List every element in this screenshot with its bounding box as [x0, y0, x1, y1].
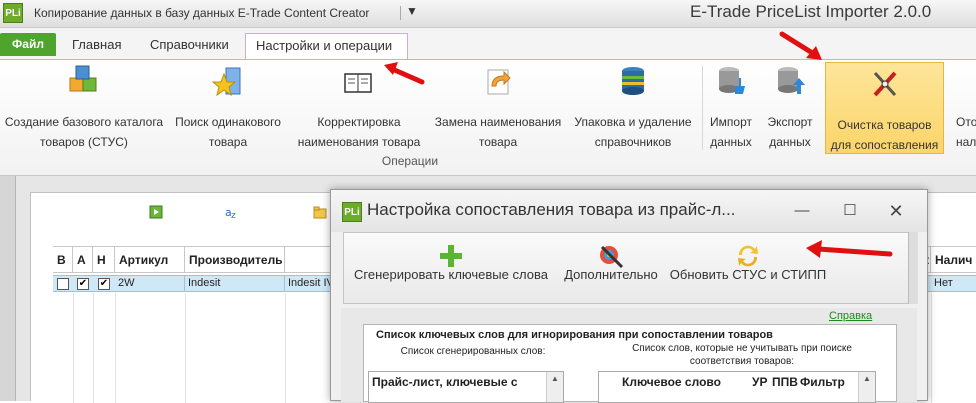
quick-access-dropdown-icon[interactable]: ▼: [406, 4, 418, 18]
catalog-cubes-icon: [69, 65, 97, 92]
grid-line: [115, 293, 116, 403]
scroll-up-icon[interactable]: ▲: [858, 372, 875, 402]
tab-references[interactable]: Справочники: [140, 33, 239, 59]
grid-line: [931, 293, 932, 403]
dialog-body: Справка Список ключевых слов для игнорир…: [341, 308, 917, 403]
ur-column-header: УР: [752, 375, 768, 389]
ribbon-tabs: Файл Главная Справочники Настройки и опе…: [0, 28, 976, 60]
export-data-button[interactable]: Экспорт данных: [760, 60, 820, 156]
close-icon[interactable]: ✕: [883, 200, 909, 222]
row-availability[interactable]: Нет: [931, 275, 976, 292]
dialog-title-bar[interactable]: PLi Настройка сопоставления товара из пр…: [331, 190, 927, 232]
col-header-article[interactable]: Артикул: [115, 246, 185, 273]
operations-group-label: Операции: [381, 154, 439, 168]
tab-settings-operations[interactable]: Настройки и операции: [245, 33, 408, 59]
annotation-arrow-clean: [779, 31, 822, 60]
col-header-manufacturer[interactable]: Производитель: [185, 246, 285, 273]
row-checkbox-v[interactable]: [57, 278, 69, 290]
generate-keywords-label: Сгенерировать ключевые слова: [354, 267, 548, 282]
panel-title: Список ключевых слов для игнорирования п…: [376, 329, 773, 341]
minimize-icon[interactable]: —: [789, 200, 815, 222]
ignored-words-list[interactable]: Ключевое слово УР ППВ Фильтр ▲: [598, 371, 876, 403]
search-star-icon: [212, 67, 241, 97]
row-article[interactable]: 2W: [115, 275, 185, 292]
tab-file[interactable]: Файл: [0, 33, 56, 56]
svg-text:z: z: [231, 211, 236, 219]
keyword-column-header: Ключевое слово: [622, 375, 721, 389]
pack-delete-references-label: Упаковка и удаление справочников: [574, 115, 692, 149]
scroll-up-icon[interactable]: ▲: [546, 372, 563, 402]
find-same-product-button[interactable]: Поиск одинакового товара: [166, 60, 290, 156]
ignore-keywords-panel: Список ключевых слов для игнорирования п…: [363, 324, 897, 403]
folder-icon[interactable]: [313, 205, 327, 219]
grid-line: [73, 293, 74, 403]
create-base-catalog-label: Создание базового каталога товаров (СТУС…: [4, 115, 164, 149]
row-checkbox-n[interactable]: ✔: [98, 278, 110, 290]
col-header-availability[interactable]: Налич: [931, 246, 976, 273]
app-logo: PLi: [3, 3, 23, 23]
dialog-title: Настройка сопоставления товара из прайс-…: [367, 200, 736, 219]
book-edit-icon: [344, 73, 372, 93]
maximize-icon[interactable]: ☐: [837, 200, 863, 222]
row-checkbox-a[interactable]: ✔: [77, 278, 89, 290]
more-ribbon-label: Ото нали: [956, 115, 976, 149]
row-manufacturer[interactable]: Indesit: [185, 275, 285, 292]
find-same-product-label: Поиск одинакового товара: [175, 115, 281, 149]
ribbon-panel: Создание базового каталога товаров (СТУС…: [0, 60, 976, 176]
col-header-v[interactable]: В: [53, 246, 73, 273]
grid-line: [93, 293, 94, 403]
correct-product-name-label: Корректировка наименования товара: [297, 115, 421, 149]
clean-tools-icon: [873, 71, 896, 97]
quick-access-separator: [400, 6, 401, 20]
generated-words-label: Список сгенерированных слов:: [400, 346, 546, 357]
table-action-icon[interactable]: [149, 205, 163, 219]
filter-column-header: Фильтр: [800, 375, 845, 389]
ignored-words-label: Список слов, которые не учитывать при по…: [632, 343, 852, 367]
tab-home[interactable]: Главная: [62, 33, 131, 59]
replace-product-name-label: Замена наименования товара: [434, 115, 562, 149]
toolbar-scroll-icon[interactable]: [908, 232, 918, 304]
clean-products-button[interactable]: Очистка товаров для сопоставления: [825, 62, 944, 154]
update-stus-stipp-label: Обновить СТУС и СТИПП: [669, 267, 827, 282]
title-bar: PLi Копирование данных в базу данных E-T…: [0, 0, 976, 28]
sort-icon[interactable]: az: [225, 205, 239, 219]
row-name[interactable]: Indesit IV: [285, 275, 331, 292]
help-link[interactable]: Справка: [829, 310, 872, 322]
database-pack-icon: [622, 67, 644, 95]
annotation-arrow-update: [806, 240, 893, 258]
additional-button[interactable]: Дополнительно: [556, 233, 666, 303]
generated-words-list[interactable]: Прайс-лист, ключевые с ▲: [368, 371, 564, 403]
replace-arrow-icon: [487, 69, 511, 95]
database-export-icon: [778, 67, 805, 94]
col-header-n[interactable]: Н: [93, 246, 115, 273]
ppv-column-header: ППВ: [772, 375, 798, 389]
more-ribbon-button[interactable]: Ото нали: [948, 60, 976, 156]
matching-settings-dialog: PLi Настройка сопоставления товара из пр…: [330, 189, 928, 403]
dialog-logo: PLi: [342, 202, 362, 222]
database-import-icon: [719, 67, 745, 94]
col-header-a[interactable]: А: [73, 246, 93, 273]
grid-line: [285, 293, 286, 403]
grid-line: [185, 293, 186, 403]
create-base-catalog-button[interactable]: Создание базового каталога товаров (СТУС…: [4, 60, 164, 156]
export-data-label: Экспорт данных: [767, 115, 813, 149]
import-data-button[interactable]: Импорт данных: [703, 60, 759, 156]
additional-label: Дополнительно: [564, 267, 658, 282]
left-splitter[interactable]: [0, 176, 16, 401]
app-name: E-Trade PriceList Importer 2.0.0: [690, 2, 932, 21]
pack-delete-references-button[interactable]: Упаковка и удаление справочников: [566, 60, 700, 156]
replace-product-name-button[interactable]: Замена наименования товара: [430, 60, 566, 156]
window-title: Копирование данных в базу данных E-Trade…: [34, 6, 370, 20]
col-header-name[interactable]: [285, 246, 331, 273]
annotation-arrow-tab: [384, 62, 425, 85]
clean-products-label: Очистка товаров для сопоставления: [830, 118, 939, 152]
generate-keywords-button[interactable]: Сгенерировать ключевые слова: [348, 233, 554, 303]
generated-list-header: Прайс-лист, ключевые с: [372, 375, 518, 389]
import-data-label: Импорт данных: [710, 115, 752, 149]
